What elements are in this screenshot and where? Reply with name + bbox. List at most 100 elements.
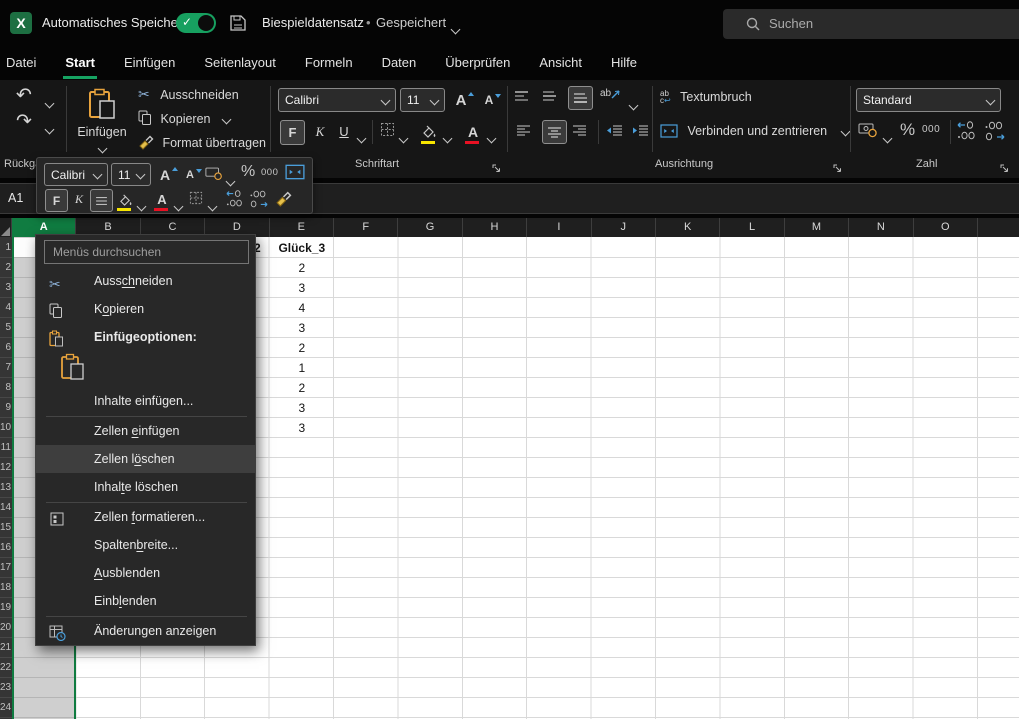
- menu-item-paste-special[interactable]: Inhalte einfügen...: [36, 387, 255, 415]
- cell-E1[interactable]: Glück_3: [270, 238, 334, 258]
- mini-format-painter-button[interactable]: [275, 190, 292, 207]
- decrease-indent-button[interactable]: [606, 124, 623, 136]
- mini-increase-decimal-button[interactable]: [225, 190, 245, 208]
- menu-item-hide[interactable]: Ausblenden: [36, 559, 255, 587]
- row-header-13[interactable]: 13: [0, 478, 12, 498]
- row-header-1[interactable]: 1: [0, 238, 12, 258]
- row-header-4[interactable]: 4: [0, 298, 12, 318]
- cell-E10[interactable]: 3: [270, 418, 334, 438]
- row-header-2[interactable]: 2: [0, 258, 12, 278]
- autosave-toggle[interactable]: ✓: [176, 13, 216, 33]
- chevron-down-icon[interactable]: [452, 20, 459, 38]
- row-header-19[interactable]: 19: [0, 598, 12, 618]
- row-header-18[interactable]: 18: [0, 578, 12, 598]
- increase-indent-button[interactable]: [632, 124, 649, 136]
- mini-accounting-button[interactable]: [205, 166, 223, 181]
- comma-style-button[interactable]: 000: [922, 124, 940, 135]
- menu-item-unhide[interactable]: Einblenden: [36, 587, 255, 615]
- mini-font-name-combo[interactable]: Calibri: [44, 163, 108, 186]
- cell-E8[interactable]: 2: [270, 378, 334, 398]
- row-header-11[interactable]: 11: [0, 438, 12, 458]
- mini-bold-button[interactable]: F: [45, 189, 68, 212]
- row-header-24[interactable]: 24: [0, 698, 12, 718]
- mini-align-button[interactable]: [90, 189, 113, 212]
- mini-comma-button[interactable]: 000: [261, 167, 278, 178]
- borders-button[interactable]: [380, 122, 395, 137]
- row-header-22[interactable]: 22: [0, 658, 12, 678]
- cut-button[interactable]: ✂ Ausschneiden: [138, 86, 239, 104]
- tab-Hilfe[interactable]: Hilfe: [609, 47, 639, 79]
- font-color-button[interactable]: A: [464, 120, 482, 143]
- align-bottom-button[interactable]: [568, 86, 593, 110]
- menu-item-delete-cells[interactable]: Zellen löschen: [36, 445, 255, 473]
- mini-borders-button[interactable]: [189, 191, 203, 205]
- row-header-14[interactable]: 14: [0, 498, 12, 518]
- decrease-font-button[interactable]: A: [480, 88, 504, 112]
- row-header-9[interactable]: 9: [0, 398, 12, 418]
- menu-item-copy[interactable]: Kopieren: [36, 295, 255, 323]
- row-header-21[interactable]: 21: [0, 638, 12, 658]
- mini-increase-font-button[interactable]: A: [157, 164, 179, 186]
- row-header-16[interactable]: 16: [0, 538, 12, 558]
- tab-Start[interactable]: Start: [63, 47, 97, 79]
- align-center-button[interactable]: [542, 120, 567, 144]
- align-top-button[interactable]: [514, 90, 529, 102]
- increase-font-button[interactable]: A: [452, 88, 476, 112]
- column-header-K[interactable]: K: [656, 218, 720, 237]
- name-box[interactable]: A1: [8, 191, 23, 205]
- document-title[interactable]: Biespieldatensatz: [262, 15, 364, 30]
- column-header-I[interactable]: I: [527, 218, 591, 237]
- percent-style-button[interactable]: %: [900, 120, 915, 140]
- align-left-button[interactable]: [516, 124, 531, 136]
- mini-percent-button[interactable]: %: [241, 163, 255, 181]
- mini-borders-dropdown-icon[interactable]: [209, 197, 216, 215]
- merge-center-button[interactable]: Verbinden und zentrieren: [660, 122, 849, 140]
- format-painter-button[interactable]: Format übertragen: [138, 134, 266, 152]
- underline-button[interactable]: U: [334, 120, 354, 143]
- tab-Einfügen[interactable]: Einfügen: [122, 47, 177, 79]
- cell-E4[interactable]: 4: [270, 298, 334, 318]
- cell-E7[interactable]: 1: [270, 358, 334, 378]
- font-size-combo[interactable]: 11: [400, 88, 445, 112]
- column-header-M[interactable]: M: [785, 218, 849, 237]
- menu-search-input[interactable]: Menüs durchsuchen: [44, 240, 249, 264]
- menu-item-insert-cells[interactable]: Zellen einfügen: [36, 417, 255, 445]
- alignment-dialog-launcher[interactable]: [833, 160, 842, 178]
- paste-button[interactable]: Einfügen: [74, 84, 130, 154]
- bold-button[interactable]: F: [280, 120, 305, 145]
- row-header-17[interactable]: 17: [0, 558, 12, 578]
- font-name-combo[interactable]: Calibri: [278, 88, 396, 112]
- mini-fill-color-button[interactable]: [116, 189, 134, 210]
- save-icon[interactable]: [228, 13, 248, 38]
- column-header-J[interactable]: J: [592, 218, 656, 237]
- accounting-dropdown-icon[interactable]: [884, 129, 891, 147]
- increase-decimal-button[interactable]: [956, 121, 978, 141]
- paste-option-button[interactable]: [60, 353, 90, 383]
- search-bar[interactable]: Suchen: [723, 9, 1019, 39]
- mini-decrease-decimal-button[interactable]: [249, 190, 269, 208]
- column-header-L[interactable]: L: [720, 218, 784, 237]
- column-header-E[interactable]: E: [270, 218, 334, 237]
- cell-E2[interactable]: 2: [270, 258, 334, 278]
- row-header-20[interactable]: 20: [0, 618, 12, 638]
- tab-Formeln[interactable]: Formeln: [303, 47, 355, 79]
- row-header-5[interactable]: 5: [0, 318, 12, 338]
- menu-item-column-width[interactable]: Spaltenbreite...: [36, 531, 255, 559]
- fill-color-dropdown-icon[interactable]: [444, 129, 451, 147]
- column-header-F[interactable]: F: [334, 218, 398, 237]
- excel-logo-icon[interactable]: X: [10, 12, 32, 34]
- mini-merge-button[interactable]: [285, 164, 305, 180]
- fill-color-button[interactable]: [420, 120, 438, 143]
- row-header-15[interactable]: 15: [0, 518, 12, 538]
- number-format-combo[interactable]: Standard: [856, 88, 1001, 112]
- number-dialog-launcher[interactable]: [1000, 160, 1009, 178]
- column-header-O[interactable]: O: [914, 218, 978, 237]
- row-header-8[interactable]: 8: [0, 378, 12, 398]
- accounting-format-button[interactable]: [858, 122, 878, 138]
- mini-fill-dropdown-icon[interactable]: [138, 197, 145, 215]
- column-header-G[interactable]: G: [398, 218, 462, 237]
- orientation-dropdown-icon[interactable]: [630, 96, 637, 114]
- cell-E3[interactable]: 3: [270, 278, 334, 298]
- tab-Überprüfen[interactable]: Überprüfen: [443, 47, 512, 79]
- font-color-dropdown-icon[interactable]: [488, 129, 495, 147]
